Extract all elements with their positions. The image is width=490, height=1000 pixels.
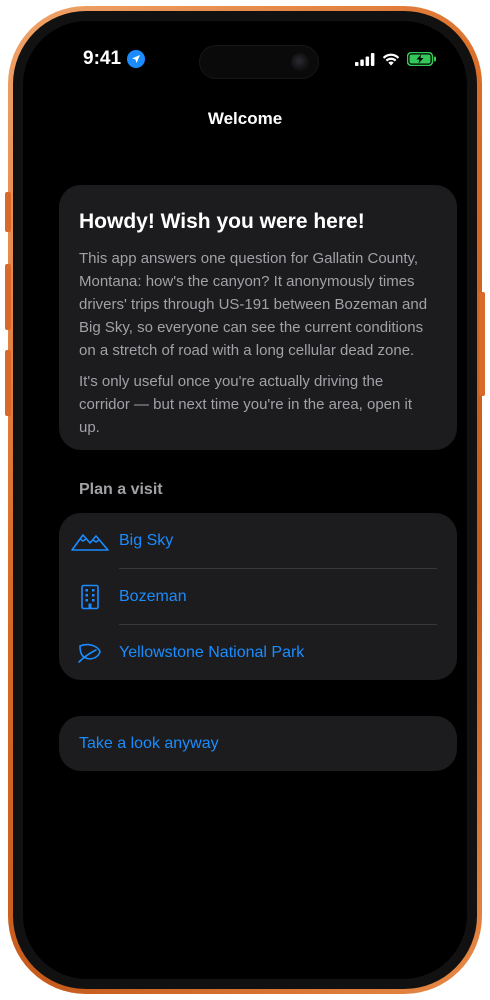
dynamic-island — [199, 45, 319, 79]
action-button — [5, 192, 11, 232]
cellular-signal-icon — [355, 52, 375, 71]
plan-visit-list: Big Sky Bozeman Yellowstone National Par… — [59, 513, 457, 680]
power-button — [479, 292, 485, 396]
bezel: 9:41 Welcome Howdy! Wish you were here! … — [13, 11, 477, 989]
list-item-label: Bozeman — [119, 588, 187, 605]
front-camera-icon — [291, 53, 309, 71]
phone-frame: 9:41 Welcome Howdy! Wish you were here! … — [5, 6, 485, 994]
volume-up-button — [5, 264, 11, 330]
status-time: 9:41 — [83, 48, 146, 70]
plan-a-visit-header: Plan a visit — [79, 481, 163, 498]
screen: 9:41 Welcome Howdy! Wish you were here! … — [23, 21, 467, 979]
intro-paragraph-2: It's only useful once you're actually dr… — [79, 373, 413, 436]
volume-down-button — [5, 350, 11, 416]
list-item-yellowstone[interactable]: Yellowstone National Park — [59, 625, 457, 681]
building-icon — [71, 583, 109, 611]
list-item-label: Yellowstone National Park — [119, 644, 305, 661]
list-item-label: Big Sky — [119, 532, 174, 549]
take-a-look-button[interactable]: Take a look anyway — [59, 716, 457, 771]
intro-paragraph-1: This app answers one question for Gallat… — [79, 250, 428, 359]
battery-charging-icon — [406, 51, 437, 71]
wifi-icon — [382, 53, 400, 71]
home-indicator[interactable] — [173, 964, 317, 969]
list-item-bozeman[interactable]: Bozeman — [59, 569, 457, 625]
clock: 9:41 — [83, 48, 122, 69]
take-a-look-label: Take a look anyway — [79, 734, 219, 752]
status-indicators — [355, 51, 437, 71]
leaf-icon — [71, 639, 109, 667]
mountains-icon — [71, 527, 109, 555]
intro-card: Howdy! Wish you were here! This app answ… — [59, 185, 457, 450]
location-arrow-icon — [127, 50, 146, 68]
list-item-big-sky[interactable]: Big Sky — [59, 513, 457, 569]
page-title: Welcome — [207, 109, 283, 128]
intro-heading: Howdy! Wish you were here! — [79, 210, 365, 233]
